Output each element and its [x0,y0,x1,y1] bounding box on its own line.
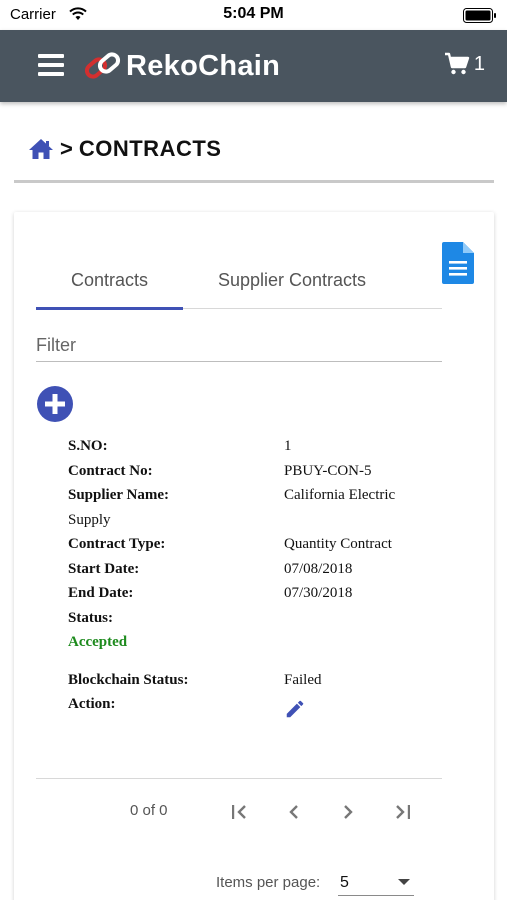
items-per-page-label: Items per page: [216,874,321,891]
contract-details: S.NO: 1 Contract No: PBUY-CON-5 Supplier… [68,438,448,721]
active-tab-indicator [36,307,183,310]
end-date-label: End Date: [68,585,134,601]
contract-no-value: PBUY-CON-5 [284,462,372,479]
app-bar: RekoChain 1 [0,30,507,102]
row-start-date: Start Date: 07/08/2018 [68,561,448,586]
contract-type-value: Quantity Contract [284,536,392,552]
previous-page-icon[interactable] [282,800,306,824]
menu-icon[interactable] [38,54,64,76]
row-contract-type: Contract Type: Quantity Contract [68,536,448,561]
document-icon[interactable] [442,242,474,284]
start-date-value: 07/08/2018 [284,560,353,577]
divider [14,180,494,183]
row-action: Action: [68,696,448,721]
supplier-name-value-cont: Supply [68,511,111,528]
row-blockchain-status: Blockchain Status: Failed [68,672,448,697]
status-label: Status: [68,609,114,626]
contract-no-label: Contract No: [68,462,153,479]
supplier-name-label: Supplier Name: [68,487,169,503]
row-status: Status: [68,610,448,635]
home-icon[interactable] [28,138,54,160]
chain-link-icon [84,52,121,79]
paginator-range: 0 of 0 [130,802,168,819]
start-date-label: Start Date: [68,560,140,577]
clock: 5:04 PM [223,5,284,22]
logo-text: RekoChain [126,49,281,82]
cart-button[interactable]: 1 [444,52,485,76]
breadcrumb-separator: > [60,136,73,161]
next-page-icon[interactable] [336,800,360,824]
sno-label: S.NO: [68,438,108,454]
items-per-page-value: 5 [340,874,349,891]
status-value-line: Accepted [68,634,448,659]
add-circle-icon[interactable] [37,386,73,422]
supplier-name-value: California Electric [284,487,396,503]
contracts-card: Contracts Supplier Contracts S.NO: 1 Con… [14,212,494,900]
edit-pencil-icon[interactable] [284,698,306,720]
dropdown-arrow-icon [398,879,410,885]
filter-field[interactable] [36,330,442,362]
last-page-icon[interactable] [390,800,414,824]
logo[interactable]: RekoChain [84,48,280,84]
end-date-value: 07/30/2018 [284,585,353,601]
row-supplier-name: Supplier Name: California Electric [68,487,448,512]
cart-icon [444,52,470,75]
tab-bar: Contracts Supplier Contracts [36,252,442,310]
cart-count: 1 [473,52,485,75]
row-sno: S.NO: 1 [68,438,448,463]
supplier-name-wrap: Supply [68,512,448,537]
items-per-page-select[interactable]: 5 [338,868,414,896]
blockchain-status-label: Blockchain Status: [68,671,189,688]
tab-contracts[interactable]: Contracts [36,252,183,309]
divider [36,778,442,779]
battery-icon [463,8,496,23]
status-badge: Accepted [68,634,128,650]
filter-input[interactable] [36,330,442,360]
tab-supplier-contracts[interactable]: Supplier Contracts [196,252,388,309]
first-page-icon[interactable] [228,800,252,824]
breadcrumb-current: CONTRACTS [78,136,222,161]
row-end-date: End Date: 07/30/2018 [68,585,448,610]
row-contract-no: Contract No: PBUY-CON-5 [68,463,448,488]
action-label: Action: [68,696,116,712]
contract-type-label: Contract Type: [68,536,166,552]
breadcrumb: > CONTRACTS [28,136,221,162]
status-bar: Carrier 5:04 PM [0,0,507,30]
sno-value: 1 [284,438,292,454]
blockchain-status-value: Failed [284,671,322,688]
